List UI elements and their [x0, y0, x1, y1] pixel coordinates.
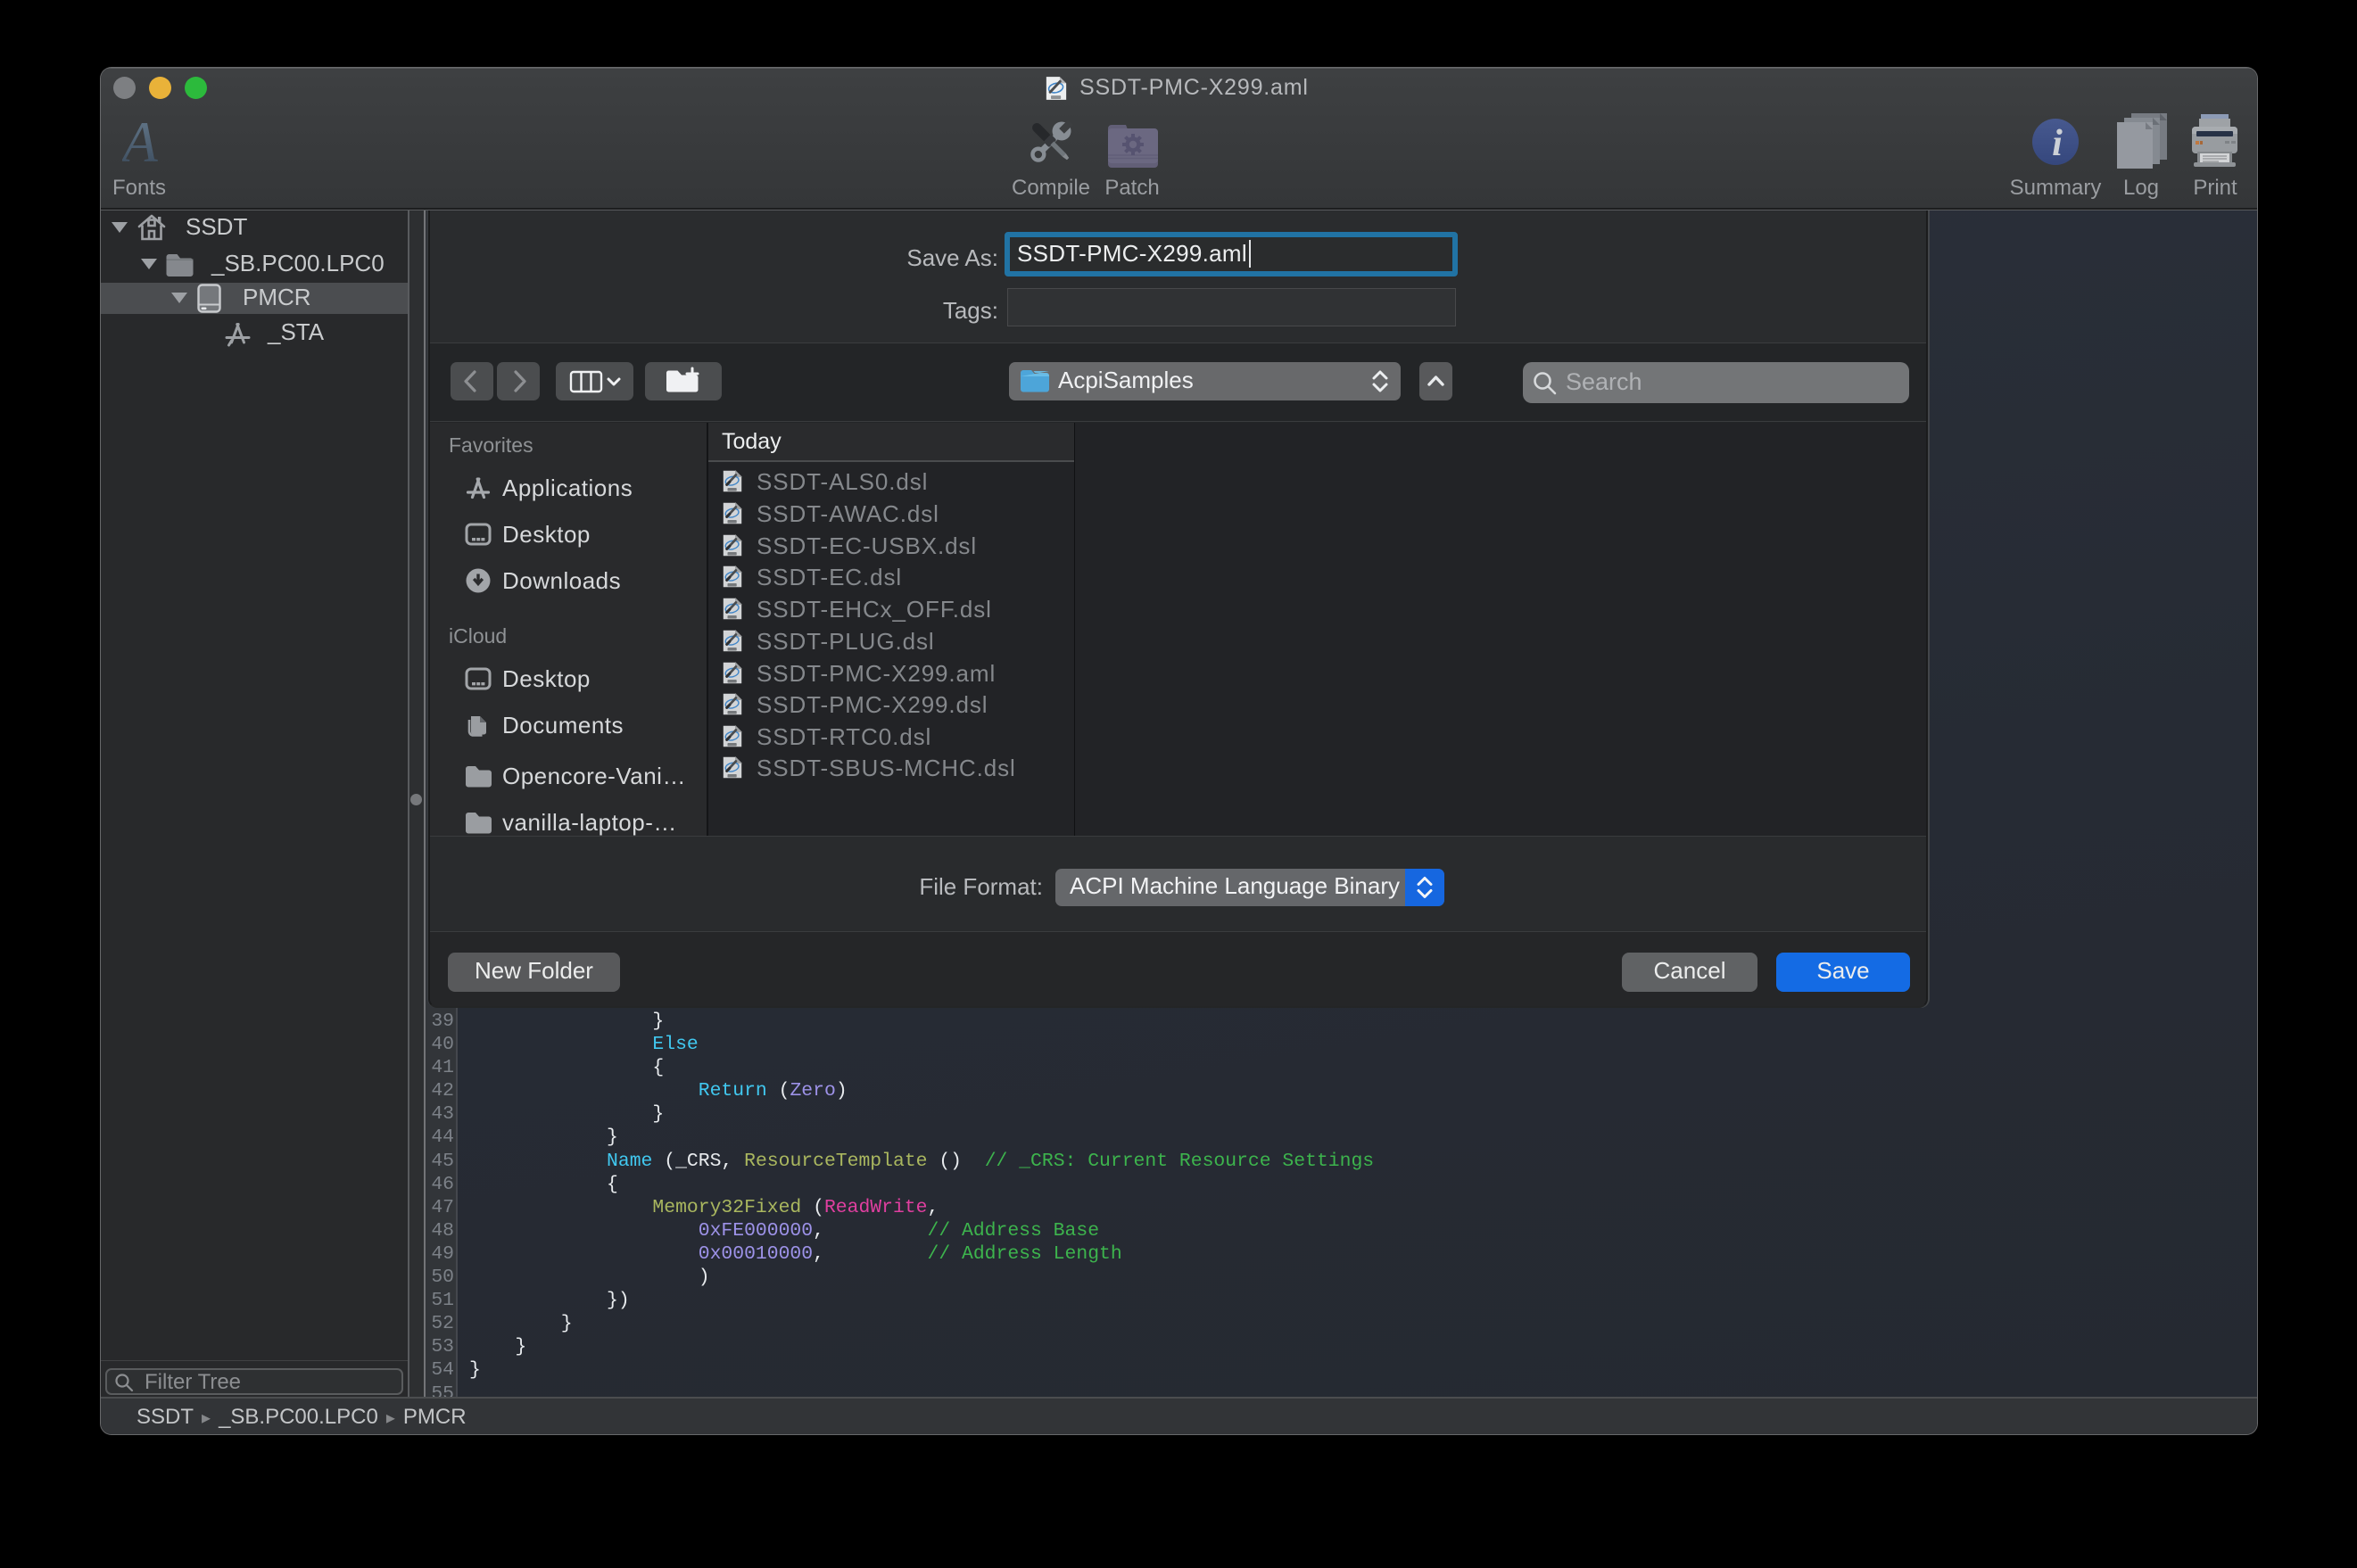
svg-text:i: i [2052, 123, 2063, 164]
